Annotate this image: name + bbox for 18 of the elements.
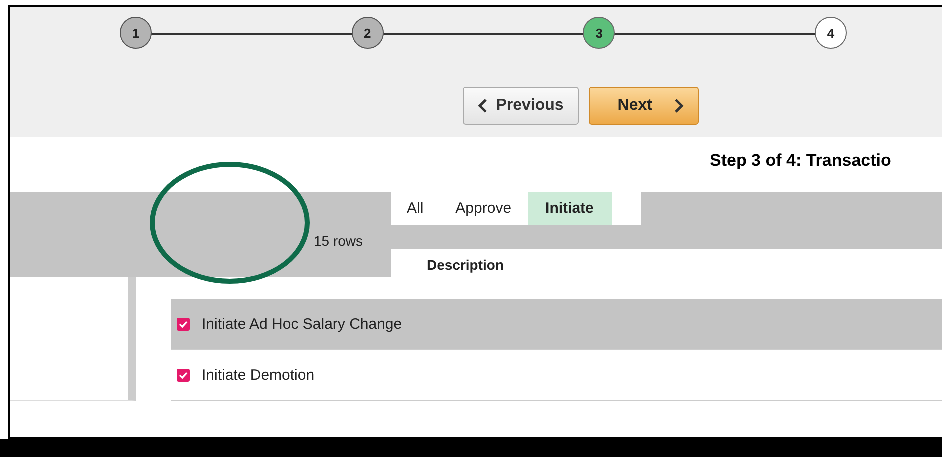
step-circle[interactable]: 4 — [814, 17, 847, 49]
step-circle[interactable]: 3 — [583, 17, 616, 49]
description-text: Initiate Demotion — [202, 366, 315, 384]
step-title: Step 3 of 4: Transactio — [710, 151, 892, 171]
description-text: Initiate Ad Hoc Salary Change — [202, 316, 402, 332]
table-row[interactable]: Initiate Ad Hoc Salary Change — [171, 299, 942, 350]
tab[interactable]: Initiate — [528, 192, 612, 225]
chevron-right-icon — [674, 99, 684, 113]
step-circle[interactable]: 1 — [120, 17, 152, 49]
previous-button[interactable]: Previous — [463, 87, 579, 125]
next-button[interactable]: Next — [588, 87, 699, 125]
chevron-left-icon — [478, 99, 488, 113]
row-count: 15 rows — [314, 233, 363, 249]
checkbox[interactable] — [177, 318, 190, 330]
step-circle[interactable]: 2 — [352, 17, 384, 49]
checkbox[interactable] — [177, 368, 190, 382]
column-header[interactable]: Description — [391, 249, 942, 277]
table-row[interactable]: Initiate Demotion — [171, 350, 942, 401]
